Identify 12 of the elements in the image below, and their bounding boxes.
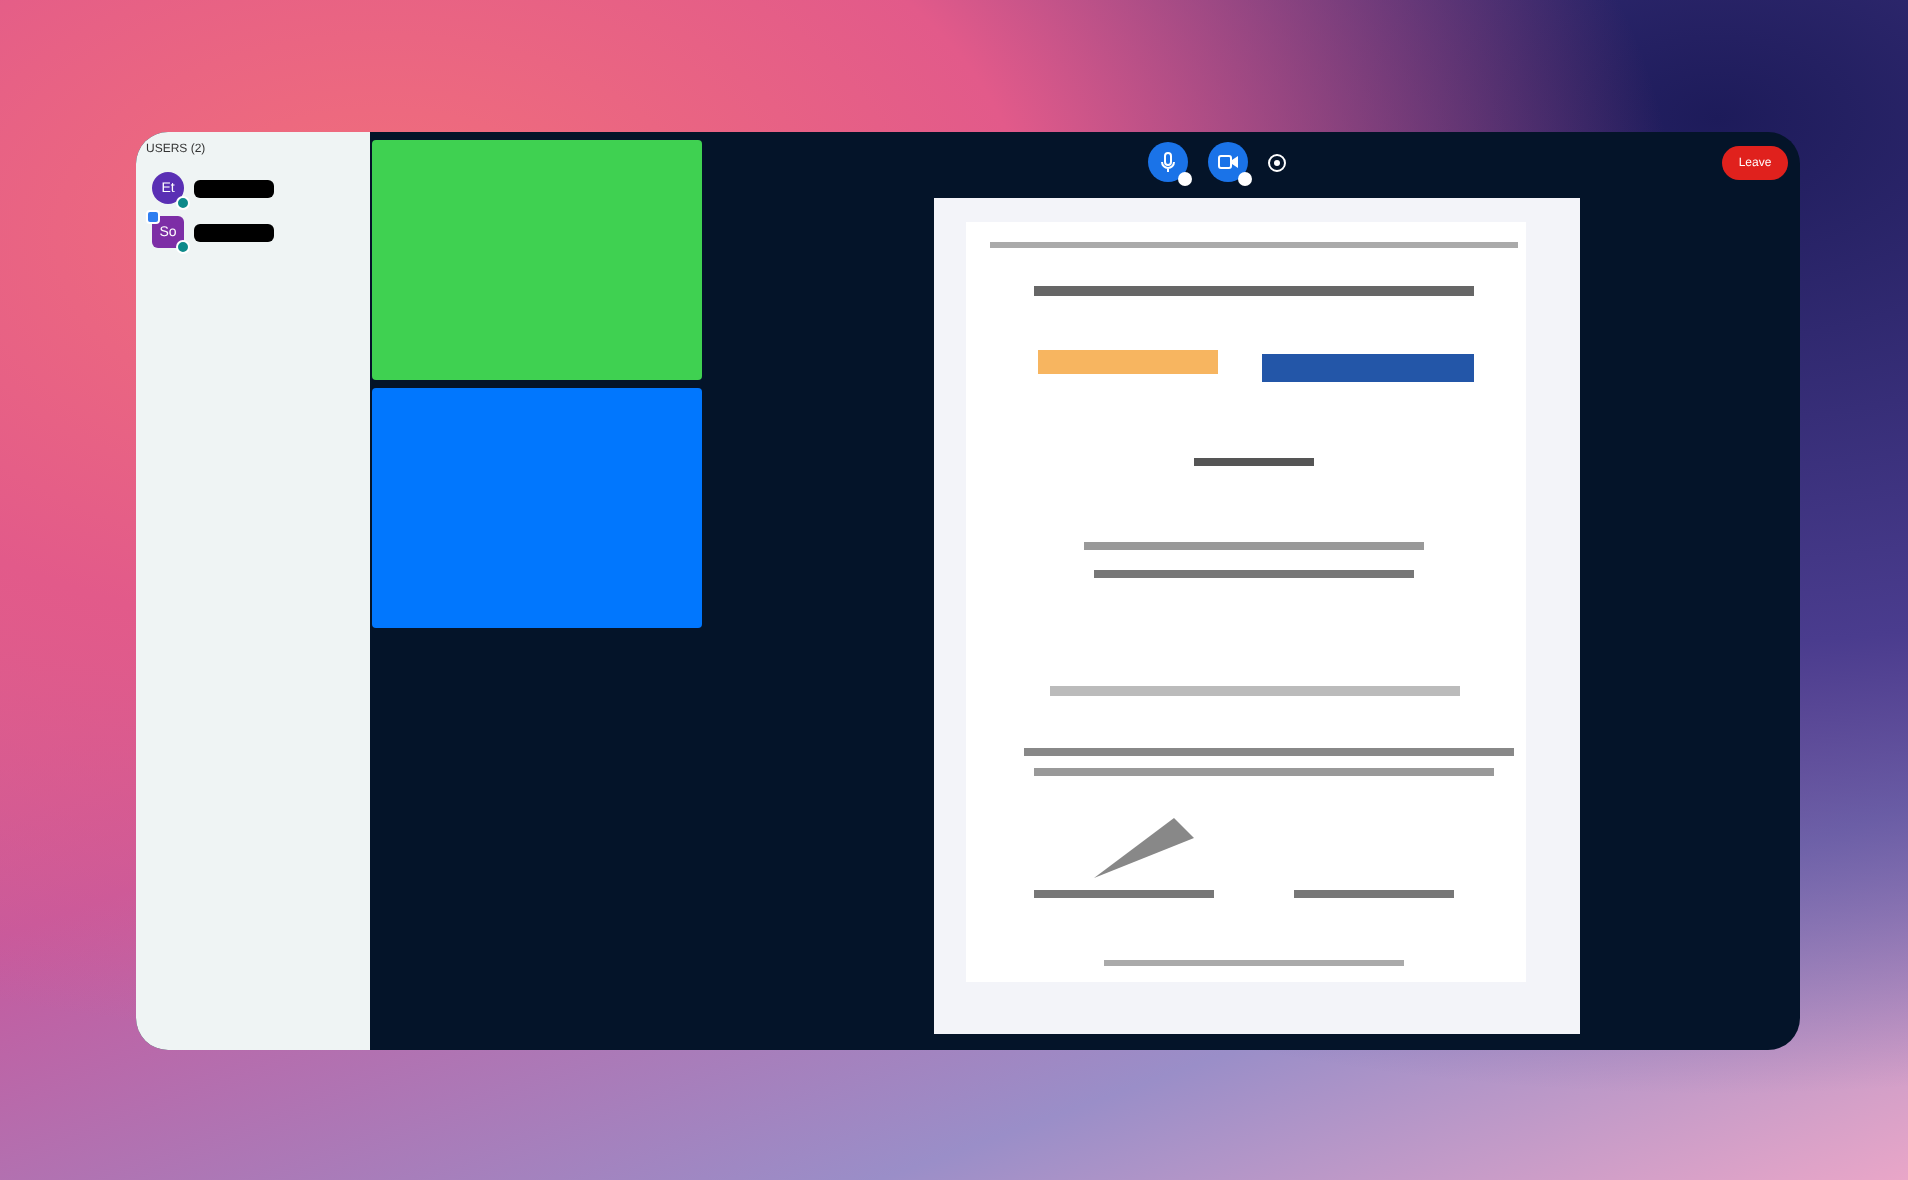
status-icon (176, 240, 190, 254)
status-icon (176, 196, 190, 210)
microphone-icon (1160, 152, 1176, 172)
camera-button[interactable] (1208, 142, 1248, 182)
caret-icon[interactable] (1178, 172, 1192, 186)
caret-icon[interactable] (1238, 172, 1252, 186)
microphone-button[interactable] (1148, 142, 1188, 182)
redacted-name (194, 179, 274, 197)
redacted-name (194, 223, 274, 241)
camera-icon (1218, 154, 1238, 170)
record-button[interactable] (1268, 153, 1286, 171)
presenter-icon (146, 210, 160, 224)
